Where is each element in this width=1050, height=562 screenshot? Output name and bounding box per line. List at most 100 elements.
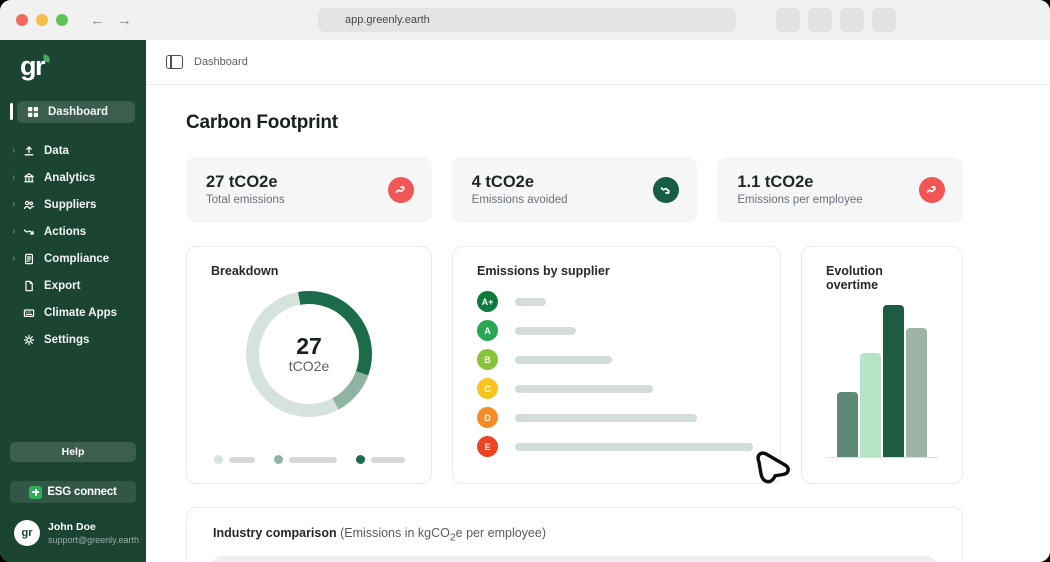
zoom-window-button[interactable] [56, 14, 68, 26]
sidebar-item-export[interactable]: Export [0, 275, 146, 296]
greenly-logo[interactable]: gr [20, 51, 146, 85]
grade-badge-d: D [477, 407, 498, 428]
breakdown-card: Breakdown 27 tCO2e [186, 246, 432, 484]
sidebar-item-label: Export [44, 279, 81, 292]
legend-dot [355, 455, 365, 464]
user-account[interactable]: gr John Doe support@greenly.earth [14, 520, 139, 546]
sidebar-item-settings[interactable]: Settings [0, 329, 146, 350]
toolbar-button[interactable] [872, 8, 896, 32]
page-title: Carbon Footprint [186, 112, 338, 133]
close-window-button[interactable] [16, 14, 28, 26]
legend-placeholder-bar [288, 456, 337, 463]
user-name: John Doe [48, 520, 96, 533]
chevron-right-icon: › [12, 252, 16, 264]
supplier-bar [515, 442, 753, 451]
minimize-window-button[interactable] [36, 14, 48, 26]
stat-label: Emissions per employee [737, 194, 863, 206]
trend-up-icon [387, 177, 414, 203]
evolution-bar-chart[interactable] [826, 305, 938, 458]
sidebar-item-label: Suppliers [44, 198, 97, 211]
browser-chrome: ← → app.greenly.earth [0, 0, 1050, 40]
legend-placeholder-bar [228, 456, 255, 463]
avatar: gr [14, 520, 40, 546]
sidebar: gr Dashboard › Data › Analytics › Suppli… [0, 40, 146, 562]
url-text: app.greenly.earth [345, 14, 430, 26]
supplier-bar [515, 384, 653, 393]
url-bar[interactable]: app.greenly.earth [318, 8, 736, 32]
grade-badge-a-plus: A+ [477, 291, 498, 312]
stat-card-total-emissions: 27 tCO2e Total emissions [186, 157, 432, 223]
actions-trend-icon [22, 225, 35, 238]
dashboard-content: Carbon Footprint 27 tCO2e Total emission… [146, 85, 1050, 562]
dashboard-icon [26, 106, 39, 119]
charts-row: Breakdown 27 tCO2e Emissions by supplier… [186, 246, 963, 484]
sidebar-item-label: Data [44, 144, 69, 157]
forward-icon[interactable]: → [117, 12, 132, 29]
stat-card-emissions-per-employee: 1.1 tCO2e Emissions per employee [717, 157, 963, 223]
sidebar-item-compliance[interactable]: › Compliance [0, 248, 146, 269]
export-file-icon [22, 279, 35, 292]
toolbar-button[interactable] [808, 8, 832, 32]
traffic-lights [16, 14, 68, 26]
sidebar-toggle-icon[interactable] [166, 55, 183, 69]
grade-badge-b: B [477, 349, 498, 370]
industry-title-bold: Industry comparison [213, 526, 337, 540]
sidebar-item-label: Settings [44, 333, 90, 346]
supplier-row: C [477, 378, 756, 399]
stats-row: 27 tCO2e Total emissions 4 tCO2e Emissio… [186, 157, 963, 223]
industry-title-note: (Emissions in kgCO2e per employee) [340, 526, 546, 544]
supplier-row: E [477, 436, 756, 457]
data-upload-icon [22, 144, 35, 157]
toolbar-button[interactable] [776, 8, 800, 32]
donut-center: 27 tCO2e [259, 304, 359, 404]
topbar: Dashboard [146, 40, 1050, 85]
sidebar-item-label: Analytics [44, 171, 96, 184]
sidebar-item-suppliers[interactable]: › Suppliers [0, 194, 146, 215]
donut-unit: tCO2e [288, 357, 330, 374]
sidebar-item-label: Dashboard [48, 106, 109, 118]
stat-value: 4 tCO2e [471, 173, 535, 191]
breakdown-title: Breakdown [211, 264, 279, 278]
evolution-bar [837, 392, 858, 457]
chevron-right-icon: › [12, 198, 16, 210]
breadcrumb[interactable]: Dashboard [194, 56, 248, 68]
legend-item [355, 455, 405, 464]
trend-down-icon [653, 177, 680, 203]
legend-dot [213, 455, 223, 464]
evolution-bar [906, 328, 927, 457]
sidebar-item-analytics[interactable]: › Analytics [0, 167, 146, 188]
sidebar-item-actions[interactable]: › Actions [0, 221, 146, 242]
toolbar-button[interactable] [840, 8, 864, 32]
legend-placeholder-bar [370, 456, 405, 463]
breakdown-donut[interactable]: 27 tCO2e [246, 291, 372, 417]
evolution-bar [860, 353, 881, 457]
supplier-row: A [477, 320, 756, 341]
analytics-bank-icon [22, 171, 35, 184]
stat-card-emissions-avoided: 4 tCO2e Emissions avoided [451, 157, 698, 223]
sidebar-item-climate-apps[interactable]: Climate Apps [0, 302, 146, 323]
stat-value: 27 tCO2e [206, 173, 278, 191]
sidebar-item-dashboard[interactable]: Dashboard [10, 101, 135, 123]
supplier-bar [515, 326, 576, 335]
sidebar-item-data[interactable]: › Data [0, 140, 146, 161]
logo-text: gr [20, 51, 46, 81]
supplier-row: A+ [477, 291, 756, 312]
esg-connect-button[interactable]: ESG connect [10, 481, 136, 503]
sidebar-item-label: Actions [44, 225, 87, 238]
evolution-bar [883, 305, 904, 457]
suppliers-title: Emissions by supplier [477, 264, 610, 278]
back-icon[interactable]: ← [90, 12, 105, 29]
help-button[interactable]: Help [10, 442, 136, 462]
esg-connect-label: ESG connect [47, 486, 117, 498]
sidebar-item-label: Climate Apps [44, 306, 118, 319]
legend-item [213, 455, 255, 464]
donut-value: 27 [296, 332, 322, 359]
industry-comparison-track[interactable] [213, 555, 936, 562]
chevron-right-icon: › [12, 144, 16, 156]
supplier-row: D [477, 407, 756, 428]
stat-value: 1.1 tCO2e [737, 173, 814, 191]
chevron-right-icon: › [12, 171, 16, 183]
industry-comparison-card: Industry comparison (Emissions in kgCO2e… [186, 507, 963, 562]
stat-label: Emissions avoided [471, 194, 568, 206]
grade-badge-e: E [477, 436, 498, 457]
